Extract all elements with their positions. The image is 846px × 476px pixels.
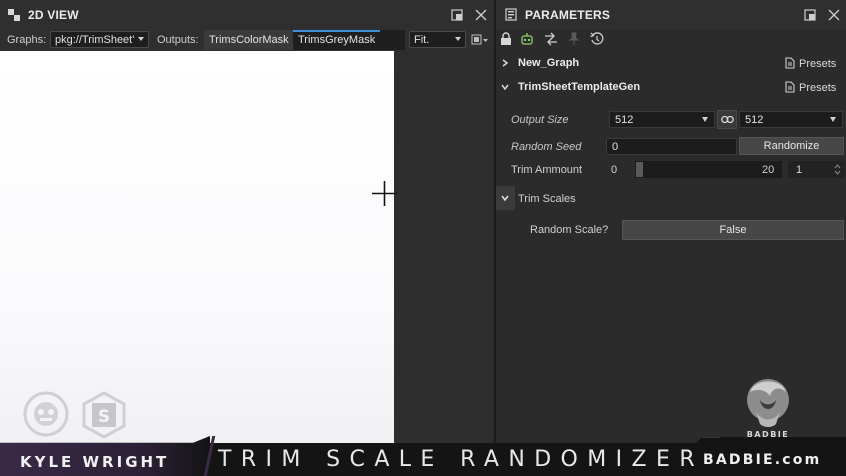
slider-handle[interactable] xyxy=(636,162,643,177)
graphs-label: Graphs: xyxy=(7,34,47,46)
chevron-down-icon xyxy=(501,195,509,202)
output-tab-grey-mask[interactable]: TrimsGreyMask xyxy=(293,30,380,50)
chevron-down-icon[interactable] xyxy=(501,83,509,91)
2d-view-icon xyxy=(8,9,20,21)
trim-amount-field[interactable]: 1 xyxy=(788,161,845,178)
random-seed-field[interactable]: 0 xyxy=(606,138,737,155)
chevron-down-icon xyxy=(455,37,461,41)
output-height-value: 512 xyxy=(745,114,764,126)
output-height-select[interactable]: 512 xyxy=(739,111,843,128)
substance-painter-logo: S xyxy=(82,391,126,439)
svg-text:S: S xyxy=(98,407,110,427)
trim-amount-min: 0 xyxy=(611,164,618,176)
trim-amount-max: 20 xyxy=(762,164,775,176)
output-tab-spacer xyxy=(380,30,405,50)
link-icon xyxy=(721,115,734,124)
chevron-down-icon xyxy=(830,117,836,122)
trim-scales-label: Trim Scales xyxy=(518,193,576,205)
outputs-label: Outputs: xyxy=(157,34,199,46)
preview-background xyxy=(394,51,494,443)
output-width-value: 512 xyxy=(615,114,634,126)
2d-view-title: 2D VIEW xyxy=(28,8,79,22)
section-trim-sheet-template-gen[interactable]: TrimSheetTemplateGen xyxy=(518,81,640,93)
undock-icon[interactable] xyxy=(804,9,816,21)
output-width-select[interactable]: 512 xyxy=(609,111,715,128)
2d-view-panel: 2D VIEW Graphs: pkg://TrimSheet' Outputs… xyxy=(0,0,494,476)
pin-icon xyxy=(568,32,580,45)
author-name: KYLE WRIGHT xyxy=(20,453,170,471)
chevron-down-icon xyxy=(702,117,708,122)
random-seed-label: Random Seed xyxy=(511,141,582,153)
chevron-down-icon xyxy=(138,37,144,41)
zoom-fit-value: Fit. xyxy=(414,34,430,46)
parameters-panel: PARAMETERS New_Graph Presets TrimSheetTe… xyxy=(496,0,846,476)
badbie-logo: BADBIE xyxy=(747,379,789,439)
2d-view-toolbar: Graphs: pkg://TrimSheet' Outputs: TrimsC… xyxy=(0,30,494,50)
robot-icon[interactable] xyxy=(520,32,534,46)
output-size-label: Output Size xyxy=(511,114,569,126)
trim-amount-value: 1 xyxy=(796,164,803,176)
document-icon xyxy=(785,81,795,93)
undock-icon[interactable] xyxy=(451,9,463,21)
graph-select[interactable]: pkg://TrimSheet' xyxy=(50,31,149,48)
site-url: BADBIE.com xyxy=(703,452,822,468)
zoom-fit-select[interactable]: Fit. xyxy=(409,31,466,48)
parameters-title: PARAMETERS xyxy=(525,8,611,22)
output-tab-color-mask[interactable]: TrimsColorMask xyxy=(204,30,293,50)
trim-amount-label: Trim Ammount xyxy=(511,164,583,176)
trim-amount-slider[interactable] xyxy=(635,161,782,178)
view-options-icon[interactable] xyxy=(471,33,489,47)
crosshair-cursor-icon xyxy=(372,181,397,206)
output-tab-label: TrimsGreyMask xyxy=(298,34,376,46)
random-scale-toggle[interactable]: False xyxy=(622,220,844,240)
2d-view-header: 2D VIEW xyxy=(0,0,494,30)
graph-select-value: pkg://TrimSheet' xyxy=(55,34,135,46)
chevron-right-icon[interactable] xyxy=(501,59,509,67)
presets-button[interactable]: Presets xyxy=(799,82,836,94)
document-icon xyxy=(785,57,795,69)
randomize-button[interactable]: Randomize xyxy=(739,137,844,155)
trim-scales-toggle[interactable] xyxy=(496,186,515,210)
close-icon[interactable] xyxy=(828,9,840,21)
parameters-icon xyxy=(505,8,517,21)
flow-icon[interactable] xyxy=(544,32,558,46)
random-scale-label: Random Scale? xyxy=(530,224,609,236)
spinner-arrows-icon[interactable] xyxy=(834,163,841,176)
link-size-button[interactable] xyxy=(717,110,737,129)
video-title: TRIM SCALE RANDOMIZER xyxy=(218,447,704,472)
section-new-graph[interactable]: New_Graph xyxy=(518,57,579,69)
presets-button[interactable]: Presets xyxy=(799,58,836,70)
output-tab-label: TrimsColorMask xyxy=(209,34,289,46)
random-seed-value: 0 xyxy=(612,141,619,153)
close-icon[interactable] xyxy=(475,9,487,21)
lock-icon[interactable] xyxy=(500,32,512,46)
parameters-header: PARAMETERS xyxy=(496,0,846,30)
site-plate-notch xyxy=(690,437,846,449)
texture-preview[interactable]: S xyxy=(0,51,394,443)
reset-icon[interactable] xyxy=(590,32,604,46)
substance-designer-logo xyxy=(23,391,69,437)
